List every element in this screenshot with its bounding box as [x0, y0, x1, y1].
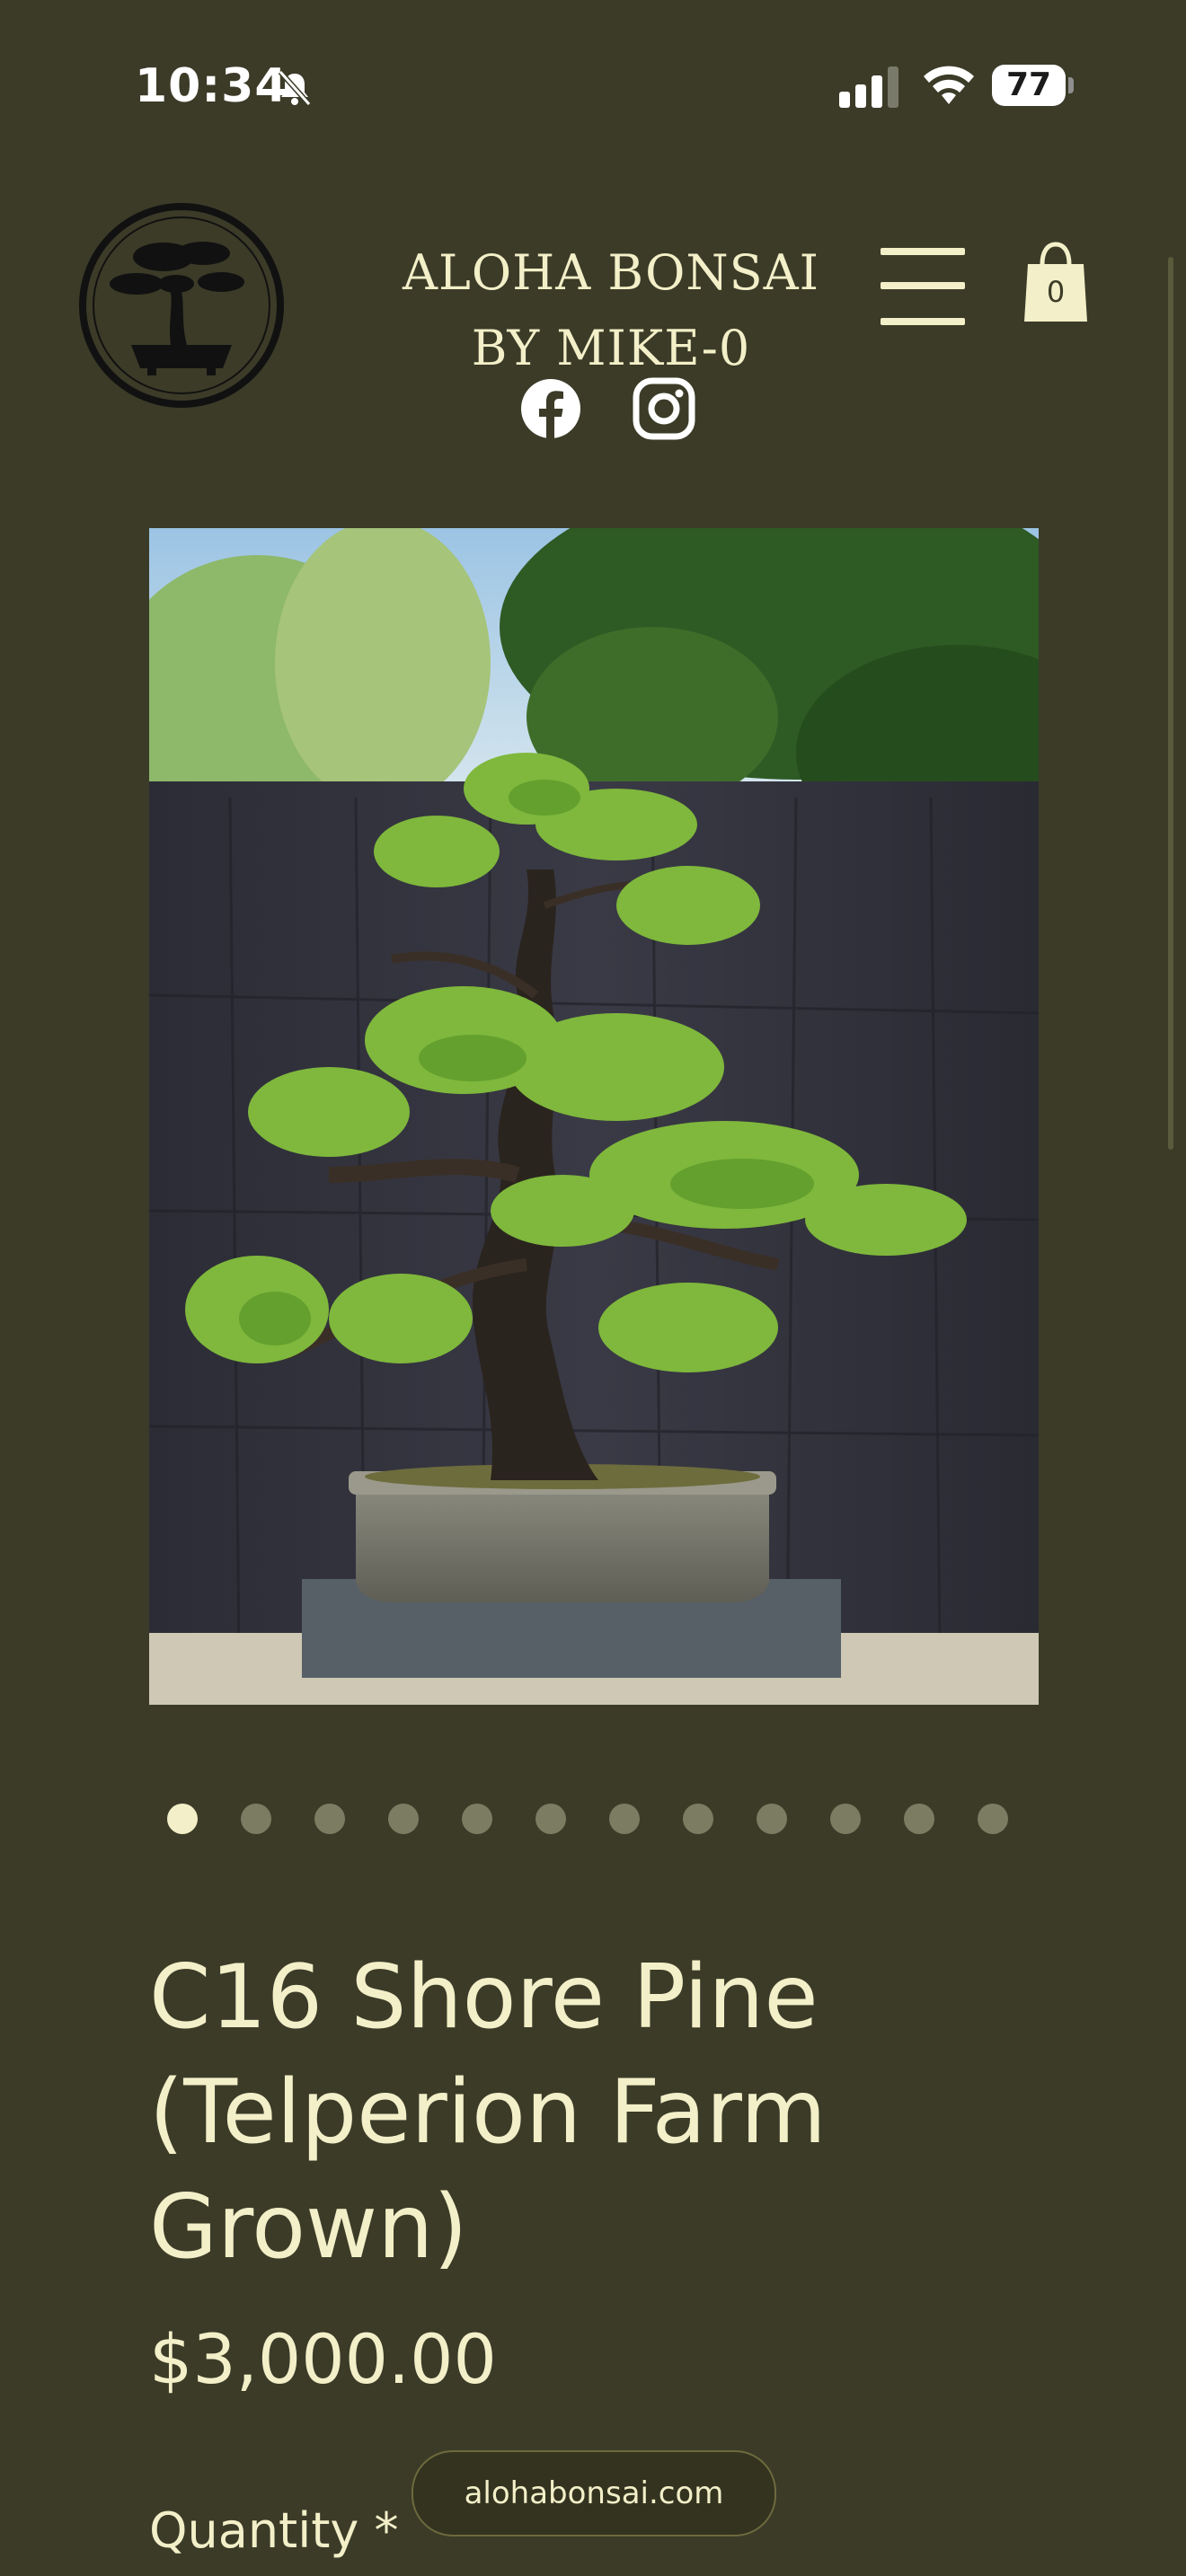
- logo-bonsai[interactable]: [77, 201, 286, 410]
- battery-level: 77: [1005, 66, 1052, 103]
- gallery-dot[interactable]: [535, 1804, 566, 1834]
- gallery-dot[interactable]: [830, 1804, 861, 1834]
- gallery-dot[interactable]: [757, 1804, 787, 1834]
- gallery-dot[interactable]: [314, 1804, 345, 1834]
- product-image[interactable]: [149, 528, 1039, 1705]
- facebook-icon[interactable]: [519, 377, 582, 440]
- signal-icon: [839, 66, 898, 108]
- brand-line-2: BY MIKE-0: [471, 320, 751, 376]
- battery-icon: 77: [992, 65, 1075, 110]
- bonsai-photo: [149, 528, 1039, 1705]
- gallery-dot[interactable]: [388, 1804, 419, 1834]
- gallery-dot[interactable]: [978, 1804, 1008, 1834]
- gallery-dot[interactable]: [167, 1804, 198, 1834]
- product-price: $3,000.00: [149, 2319, 497, 2399]
- status-bar: 10:34 77: [0, 0, 1186, 171]
- gallery-dot[interactable]: [462, 1804, 492, 1834]
- gallery-dot[interactable]: [904, 1804, 934, 1834]
- cart-button[interactable]: 0: [1022, 239, 1089, 323]
- cart-count: 0: [1046, 275, 1066, 309]
- quantity-label: Quantity *: [149, 2502, 399, 2559]
- gallery-dot[interactable]: [241, 1804, 271, 1834]
- browser-domain-pill[interactable]: alohabonsai.com: [412, 2450, 776, 2536]
- brand-line-1: ALOHA BONSAI: [403, 244, 819, 301]
- gallery-dot[interactable]: [683, 1804, 713, 1834]
- instagram-icon[interactable]: [633, 377, 695, 440]
- status-time: 10:34: [135, 59, 288, 113]
- product-title: C16 Shore Pine (Telperion Farm Grown): [149, 1946, 827, 2279]
- gallery-dot[interactable]: [609, 1804, 640, 1834]
- brand-name[interactable]: ALOHA BONSAI BY MIKE-0: [377, 235, 845, 386]
- wifi-icon: [924, 66, 974, 104]
- scrollbar[interactable]: [1168, 257, 1173, 1150]
- hamburger-menu-icon[interactable]: [881, 248, 965, 329]
- bell-muted-icon: [278, 70, 312, 106]
